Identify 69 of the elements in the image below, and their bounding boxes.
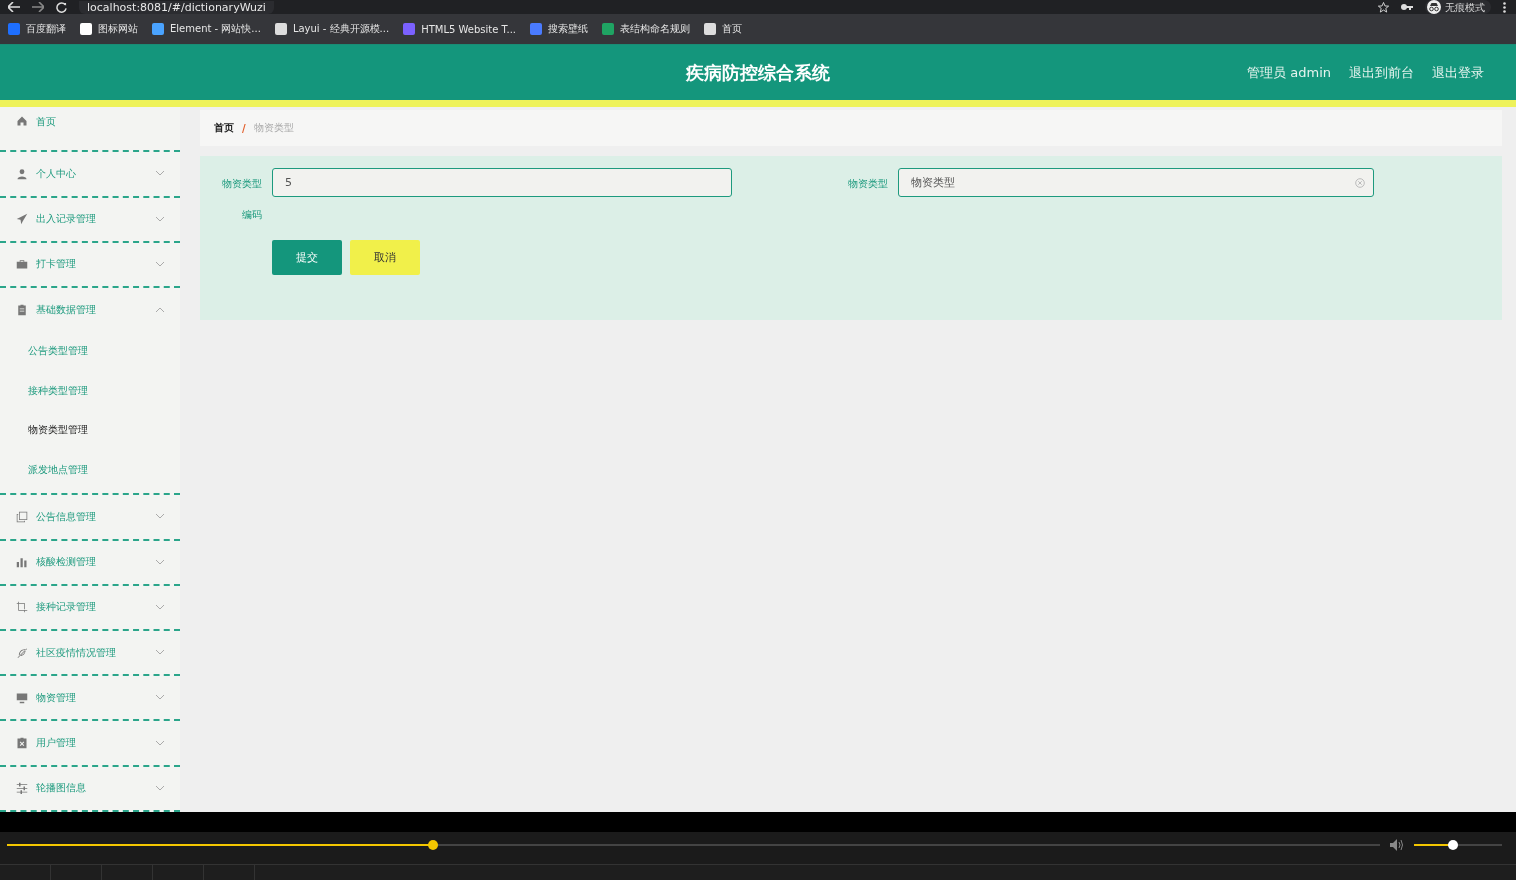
submenu-item[interactable]: 派发地点管理 bbox=[0, 449, 180, 490]
bookmark[interactable]: HTML5 Website T... bbox=[403, 23, 517, 35]
header-link[interactable]: 退出登录 bbox=[1432, 63, 1484, 82]
menu-item[interactable]: 社区疫情情况管理 bbox=[0, 631, 180, 675]
submenu-item[interactable]: 公告类型管理 bbox=[0, 331, 180, 371]
bookmark-icon bbox=[602, 23, 615, 35]
input-field[interactable]: 5 bbox=[272, 168, 732, 197]
submit-button[interactable]: 提交 bbox=[272, 240, 342, 275]
menu-item[interactable]: 基础数据管理 bbox=[0, 288, 180, 332]
menu-item[interactable]: 个人中心 bbox=[0, 152, 180, 196]
forward-icon[interactable] bbox=[32, 2, 44, 12]
reload-icon[interactable] bbox=[56, 1, 67, 13]
bookmark-icon bbox=[530, 23, 543, 35]
bookmark-icon bbox=[80, 23, 92, 35]
bar-chart-icon bbox=[16, 556, 28, 569]
progress-thumb[interactable] bbox=[427, 840, 438, 850]
bookmark-icon bbox=[704, 23, 717, 35]
incognito-badge[interactable]: 无痕模式 bbox=[1425, 0, 1491, 14]
volume-thumb[interactable] bbox=[1447, 840, 1458, 850]
breadcrumb-current: 物资类型 bbox=[253, 121, 294, 135]
menu-item[interactable]: 轮播图信息 bbox=[0, 766, 180, 810]
star-icon[interactable] bbox=[1378, 1, 1389, 13]
sliders-icon bbox=[16, 782, 28, 795]
bookmark-icon bbox=[152, 23, 164, 35]
clipboard-icon bbox=[16, 303, 28, 316]
briefcase-icon bbox=[16, 258, 28, 271]
header-link[interactable]: 退出到前台 bbox=[1349, 63, 1414, 82]
input-field[interactable]: 物资类型 bbox=[898, 168, 1374, 197]
clipboard-x-icon bbox=[16, 737, 28, 750]
bookmark-icon bbox=[8, 23, 20, 35]
bookmark[interactable]: Element - 网站快... bbox=[152, 22, 261, 36]
menu-item[interactable]: 物资管理 bbox=[0, 676, 180, 720]
menu-item[interactable]: 打卡管理 bbox=[0, 242, 180, 287]
bookmark-icon bbox=[274, 23, 287, 35]
home-icon bbox=[16, 115, 28, 127]
menu-icon[interactable] bbox=[1503, 1, 1506, 13]
menu-item[interactable]: 首页 bbox=[0, 107, 180, 151]
cancel-button[interactable]: 取消 bbox=[350, 240, 420, 275]
submenu-item[interactable]: 物资类型管理 bbox=[0, 410, 180, 450]
bookmark[interactable]: 表结构命名规则 bbox=[602, 22, 691, 36]
user-icon bbox=[16, 168, 28, 180]
breadcrumb-separator: / bbox=[242, 122, 246, 134]
field-label: 物资类型 bbox=[847, 177, 888, 191]
submenu-item[interactable]: 接种类型管理 bbox=[0, 370, 180, 411]
breadcrumb-link[interactable]: 首页 bbox=[214, 121, 234, 135]
field-label: 物资类型编码 bbox=[221, 177, 262, 222]
monitor-icon bbox=[16, 691, 28, 704]
menu-item[interactable]: 核酸检测管理 bbox=[0, 540, 180, 584]
header-link[interactable]: 管理员 admin bbox=[1247, 63, 1331, 82]
profile-label: 无痕模式 bbox=[1445, 0, 1485, 14]
menu-item[interactable]: 出入记录管理 bbox=[0, 197, 180, 241]
app-title: 疾病防控综合系统 bbox=[686, 60, 830, 85]
bookmark[interactable]: 搜索壁纸 bbox=[530, 22, 589, 36]
key-icon[interactable] bbox=[1401, 3, 1413, 11]
menu-item[interactable]: 用户管理 bbox=[0, 721, 180, 765]
address-bar[interactable]: localhost:8081/#/dictionaryWuzi bbox=[79, 0, 274, 14]
menu-item[interactable]: 公告信息管理 bbox=[0, 495, 180, 539]
bookmark[interactable]: 首页 bbox=[704, 22, 743, 36]
menu-item[interactable]: 接种记录管理 bbox=[0, 585, 180, 629]
copy-icon bbox=[16, 510, 28, 523]
back-icon[interactable] bbox=[8, 2, 20, 12]
speaker-icon[interactable] bbox=[1390, 839, 1404, 851]
paper-plane-icon bbox=[16, 213, 28, 226]
bookmark[interactable]: 百度翻译 bbox=[8, 22, 66, 36]
slashed-leaf-icon bbox=[16, 646, 28, 659]
crop-icon bbox=[16, 601, 28, 614]
bookmark[interactable]: 图标网站 bbox=[80, 22, 138, 36]
bookmark-icon bbox=[403, 23, 416, 35]
bookmark[interactable]: Layui - 经典开源模... bbox=[274, 22, 390, 36]
